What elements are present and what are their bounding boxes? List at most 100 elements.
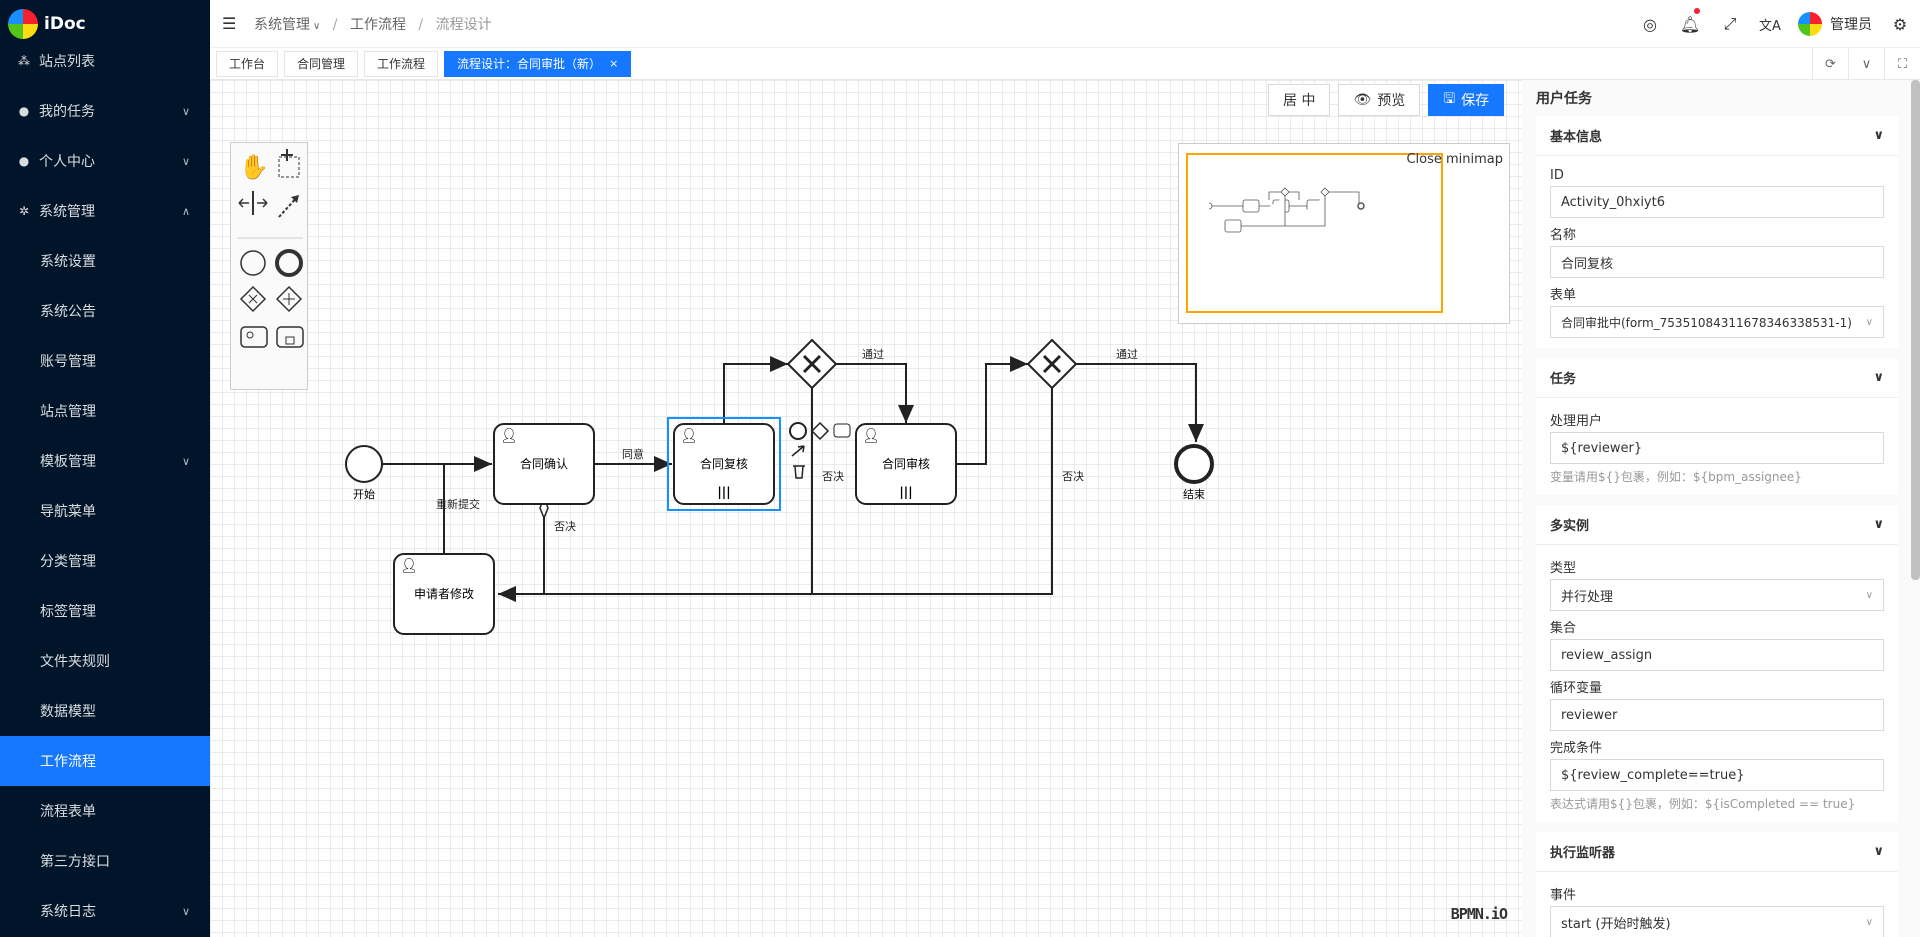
sitemap-icon: ⁂ — [18, 54, 30, 68]
parallel-marker-icon: ||| — [899, 485, 912, 499]
task-header[interactable]: 任务 ∨ — [1536, 358, 1898, 398]
sidebar-item[interactable]: 文件夹规则 — [0, 636, 210, 686]
sidebar-item[interactable]: 账号管理 — [0, 336, 210, 386]
tab-label: 合同管理 — [297, 57, 346, 71]
properties-panel: 用户任务 基本信息 ∨ ID Activity_0hxiyt6 名称 合同复核 表… — [1522, 80, 1920, 937]
sidebar: iDoc ⁂ 站点列表 ● 我的任务 ∨ ● 个人中心 ∨ ✲ 系统管理 ∧ 系统设置 系统公告 账号管理… — [0, 0, 210, 937]
bell-icon[interactable]: 🔔︎ — [1670, 0, 1710, 48]
collection-field[interactable]: review_assign — [1550, 639, 1884, 671]
flow-line[interactable] — [956, 356, 1028, 465]
append-end-event-icon[interactable] — [789, 422, 807, 440]
refresh-icon[interactable]: ⟳ — [1812, 48, 1848, 80]
append-gateway-icon[interactable] — [810, 421, 830, 441]
chevron-down-icon[interactable]: ∨ — [1848, 48, 1884, 80]
sidebar-item[interactable]: 系统设置 — [0, 236, 210, 286]
close-icon[interactable]: × — [609, 57, 618, 70]
gateway-2[interactable] — [1026, 338, 1078, 390]
sidebar-item[interactable]: 导航菜单 — [0, 486, 210, 536]
breadcrumb-item[interactable]: 工作流程 — [350, 17, 406, 33]
compass-icon[interactable]: ◎ — [1630, 0, 1670, 48]
form-select[interactable]: 合同审批中(form_753510843116783463385​31-1) ∨ — [1550, 306, 1884, 338]
name-field[interactable]: 合同复核 — [1550, 246, 1884, 278]
connect-icon[interactable] — [791, 445, 805, 457]
type-select[interactable]: 并行处理 ∨ — [1550, 579, 1884, 611]
flow-label: 通过 — [1116, 348, 1138, 361]
minimap[interactable]: Close minimap — [1178, 143, 1510, 324]
panel-scrollbar[interactable] — [1911, 80, 1920, 580]
sidebar-item[interactable]: ✲ 系统管理 ∧ — [0, 186, 210, 236]
sidebar-item-label: 导航菜单 — [40, 504, 96, 520]
trash-icon[interactable] — [793, 465, 805, 479]
task-contract-review[interactable]: 👤︎ 合同复核 ||| — [673, 423, 775, 505]
completion-hint: 表达式请用${}包裹，例如：${isCompleted == true} — [1550, 797, 1856, 811]
chevron-down-icon: ∨ — [1873, 517, 1884, 532]
flow-line[interactable] — [1076, 363, 1204, 442]
tab-workflow[interactable]: 工作流程 — [364, 50, 439, 77]
sidebar-item[interactable]: ● 我的任务 ∨ — [0, 86, 210, 136]
sidebar-item-label: 系统日志 — [40, 904, 96, 920]
sidebar-item-label: 系统设置 — [40, 254, 96, 270]
breadcrumb-item: 流程设计 — [435, 16, 492, 33]
listener-group: 执行监听器 ∨ 事件 start (开始时触发) ∨ — [1536, 832, 1898, 937]
task-group: 任务 ∨ 处理用户 ${reviewer} 变量请用${}包裹，例如：${bpm_… — [1536, 358, 1898, 495]
sidebar-item[interactable]: 工作流程 — [0, 736, 210, 786]
task-contract-confirm[interactable]: 👤︎ 合同确认 — [493, 423, 595, 505]
task-icon: ● — [18, 104, 30, 118]
sidebar-item[interactable]: 系统公告 — [0, 286, 210, 336]
close-minimap-button[interactable]: Close minimap — [1406, 152, 1503, 167]
breadcrumb-item[interactable]: 系统管理 — [254, 17, 310, 33]
settings-icon[interactable]: ⚙ — [1880, 0, 1920, 48]
chevron-down-icon: ∨ — [181, 904, 190, 918]
tab-contract[interactable]: 合同管理 — [284, 50, 359, 77]
listener-header[interactable]: 执行监听器 ∨ — [1536, 832, 1898, 872]
chevron-up-icon: ∧ — [181, 204, 190, 218]
menu-fold-icon[interactable]: ☰ — [222, 15, 238, 32]
flow-line[interactable] — [723, 356, 788, 423]
chevron-down-icon: ∨ — [1873, 370, 1884, 385]
id-field[interactable]: Activity_0hxiyt6 — [1550, 186, 1884, 218]
assignee-field[interactable]: ${reviewer} — [1550, 432, 1884, 464]
sidebar-item-label: 站点列表 — [39, 54, 95, 70]
task-applicant-edit[interactable]: 👤︎ 申请者修改 — [393, 553, 495, 635]
group-title: 多实例 — [1550, 519, 1590, 534]
translate-icon[interactable]: 文A — [1750, 0, 1790, 48]
sidebar-item[interactable]: 站点管理 — [0, 386, 210, 436]
end-event[interactable] — [1174, 444, 1214, 484]
sidebar-item[interactable]: ⁂ 站点列表 — [0, 36, 210, 86]
chevron-down-icon: ∨ — [181, 454, 190, 468]
sidebar-item-label: 文件夹规则 — [40, 654, 110, 670]
chevron-down-icon: ∨ — [1865, 589, 1873, 601]
sidebar-item[interactable]: 标签管理 — [0, 586, 210, 636]
task-contract-approve[interactable]: 👤︎ 合同审核 ||| — [855, 423, 957, 505]
bpmn-canvas[interactable]: 居 中 👁︎ 预览 🖫 保存 ✋ 开始 结束 👤︎ 合同确认 👤︎ 合同复核 |… — [210, 80, 1522, 937]
event-select[interactable]: start (开始时触发) ∨ — [1550, 906, 1884, 937]
completion-field[interactable]: ${review_complete==true} — [1550, 759, 1884, 791]
sidebar-item[interactable]: 第三方接口 — [0, 836, 210, 886]
gateway-1[interactable] — [786, 338, 838, 390]
loop-var-field[interactable]: reviewer — [1550, 699, 1884, 731]
sidebar-item[interactable]: ● 个人中心 ∨ — [0, 136, 210, 186]
sidebar-item-label: 账号管理 — [40, 354, 96, 370]
maximize-icon[interactable]: ⛶ — [1884, 48, 1920, 80]
fullscreen-icon[interactable]: ⤢ — [1710, 0, 1750, 48]
sidebar-item[interactable]: 模板管理 ∨ — [0, 436, 210, 486]
sidebar-item[interactable]: 数据模型 — [0, 686, 210, 736]
bpmn-io-logo[interactable]: BPMN.iO — [1451, 905, 1508, 923]
collection-label: 集合 — [1550, 621, 1577, 636]
user-task-icon: 👤︎ — [680, 428, 698, 444]
assignee-label: 处理用户 — [1550, 414, 1603, 429]
multi-instance-header[interactable]: 多实例 ∨ — [1536, 505, 1898, 545]
tab-workbench[interactable]: 工作台 — [216, 50, 279, 77]
sidebar-item[interactable]: 流程表单 — [0, 786, 210, 836]
start-event[interactable] — [345, 445, 383, 483]
basic-info-header[interactable]: 基本信息 ∨ — [1536, 116, 1898, 156]
multi-instance-group: 多实例 ∨ 类型 并行处理 ∨ 集合 review_assign 循环变量 revi… — [1536, 505, 1898, 822]
user-menu[interactable]: 管理员 — [1790, 12, 1880, 36]
sidebar-item[interactable]: 系统日志 ∨ — [0, 886, 210, 936]
sidebar-item-label: 第三方接口 — [40, 854, 110, 870]
flow-line[interactable] — [836, 363, 914, 423]
append-task-icon[interactable] — [833, 423, 851, 438]
start-label: 开始 — [353, 487, 375, 501]
tab-flow-design[interactable]: 流程设计：合同审批（新） × — [444, 50, 632, 77]
sidebar-item[interactable]: 分类管理 — [0, 536, 210, 586]
